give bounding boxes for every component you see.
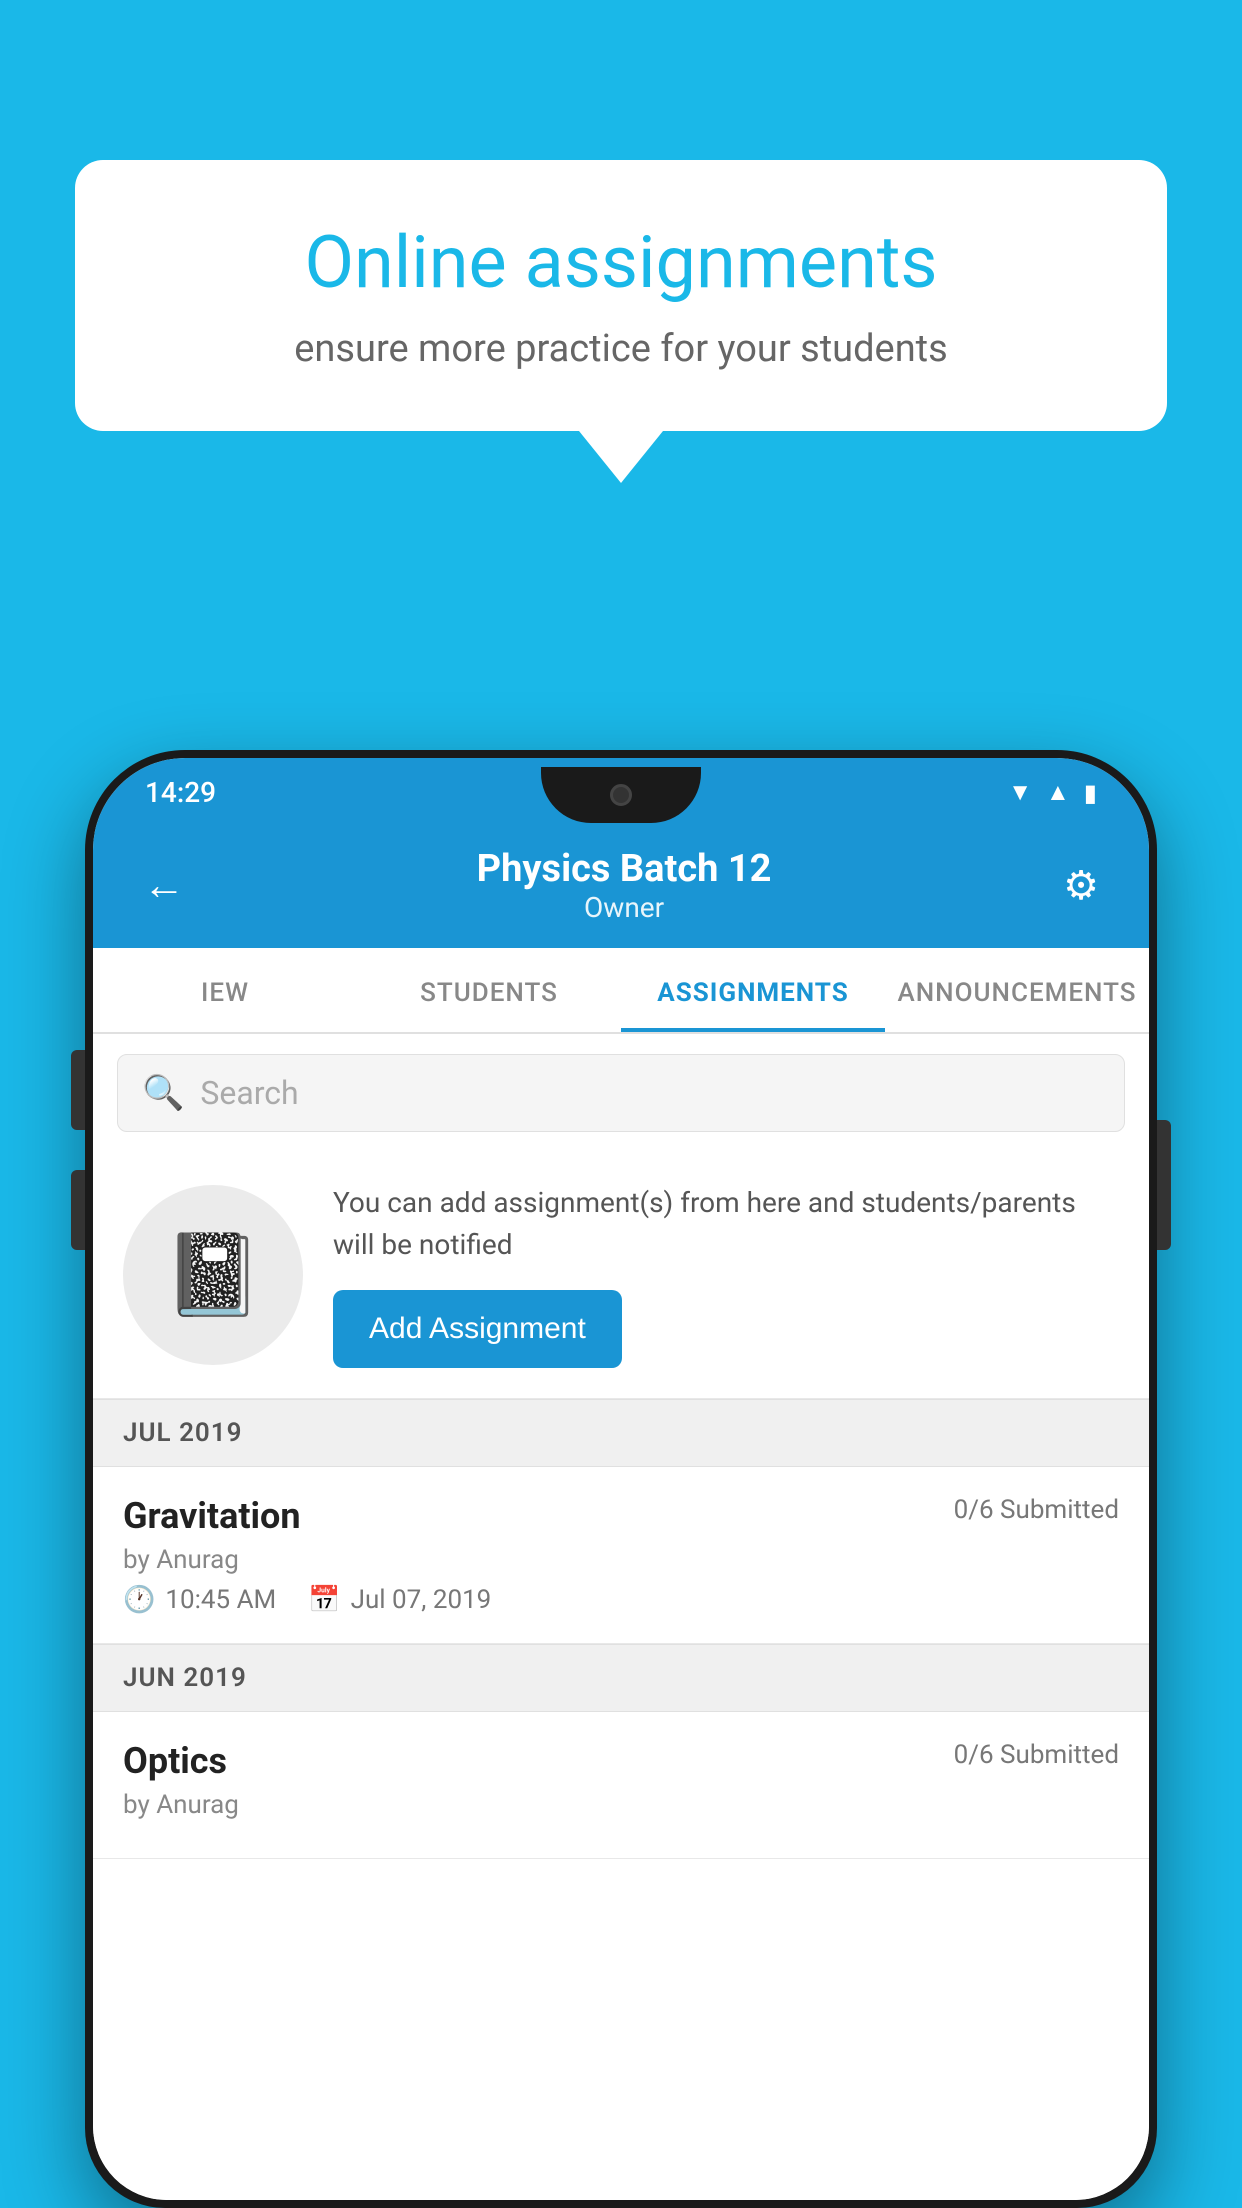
assignment-item-gravitation[interactable]: Gravitation 0/6 Submitted by Anurag 🕐 10… <box>93 1467 1149 1644</box>
volume-button-2 <box>71 1170 85 1250</box>
status-time: 14:29 <box>145 776 216 809</box>
notch <box>541 767 701 823</box>
speech-bubble-wrapper: Online assignments ensure more practice … <box>75 160 1167 483</box>
tab-iew[interactable]: IEW <box>93 948 357 1032</box>
speech-bubble-subtitle: ensure more practice for your students <box>145 327 1097 371</box>
tab-assignments[interactable]: ASSIGNMENTS <box>621 948 885 1032</box>
assignment-author-optics: by Anurag <box>123 1790 1119 1820</box>
date-meta: 📅 Jul 07, 2019 <box>308 1585 491 1615</box>
search-placeholder: Search <box>200 1074 298 1112</box>
power-button <box>1157 1120 1171 1250</box>
app-bar-title-group: Physics Batch 12 Owner <box>185 847 1063 924</box>
promo-right: You can add assignment(s) from here and … <box>333 1182 1119 1368</box>
speech-bubble-arrow <box>579 431 663 483</box>
notebook-icon: 📓 <box>163 1228 263 1322</box>
search-bar[interactable]: 🔍 Search <box>117 1054 1125 1132</box>
tab-students[interactable]: STUDENTS <box>357 948 621 1032</box>
promo-card: 📓 You can add assignment(s) from here an… <box>93 1152 1149 1399</box>
assignment-meta-gravitation: 🕐 10:45 AM 📅 Jul 07, 2019 <box>123 1585 1119 1615</box>
app-bar-title: Physics Batch 12 <box>185 847 1063 891</box>
tab-announcements[interactable]: ANNOUNCEMENTS <box>885 948 1149 1032</box>
time-meta: 🕐 10:45 AM <box>123 1585 276 1615</box>
assignment-date: Jul 07, 2019 <box>351 1585 492 1615</box>
clock-icon: 🕐 <box>123 1585 155 1615</box>
assignment-author-gravitation: by Anurag <box>123 1545 1119 1575</box>
assignment-item-top-optics: Optics 0/6 Submitted <box>123 1740 1119 1782</box>
back-button[interactable]: ← <box>143 861 185 910</box>
app-bar: ← Physics Batch 12 Owner ⚙ <box>93 823 1149 948</box>
section-header-jul: JUL 2019 <box>93 1399 1149 1467</box>
assignment-submitted-gravitation: 0/6 Submitted <box>954 1495 1119 1525</box>
speech-bubble: Online assignments ensure more practice … <box>75 160 1167 431</box>
assignment-time: 10:45 AM <box>165 1585 276 1615</box>
volume-button-1 <box>71 1050 85 1130</box>
content-area: 🔍 Search 📓 You can add assignment(s) fro… <box>93 1034 1149 2200</box>
promo-description: You can add assignment(s) from here and … <box>333 1182 1119 1266</box>
phone-frame: 14:29 ▼ ▲ ▮ ← Physics Batch 12 Owner ⚙ I… <box>85 750 1157 2208</box>
status-icons: ▼ ▲ ▮ <box>1008 778 1097 807</box>
signal-icon: ▲ <box>1046 778 1070 807</box>
battery-icon: ▮ <box>1084 779 1097 807</box>
assignment-item-top: Gravitation 0/6 Submitted <box>123 1495 1119 1537</box>
search-icon: 🔍 <box>142 1073 184 1113</box>
assignment-name-optics: Optics <box>123 1740 227 1782</box>
phone-screen: 14:29 ▼ ▲ ▮ ← Physics Batch 12 Owner ⚙ I… <box>93 758 1149 2200</box>
assignment-name-gravitation: Gravitation <box>123 1495 301 1537</box>
promo-icon-circle: 📓 <box>123 1185 303 1365</box>
assignment-submitted-optics: 0/6 Submitted <box>954 1740 1119 1770</box>
section-header-jun: JUN 2019 <box>93 1644 1149 1712</box>
assignment-item-optics[interactable]: Optics 0/6 Submitted by Anurag <box>93 1712 1149 1859</box>
calendar-icon: 📅 <box>308 1585 340 1615</box>
search-container: 🔍 Search <box>93 1034 1149 1152</box>
speech-bubble-title: Online assignments <box>145 220 1097 305</box>
tabs: IEW STUDENTS ASSIGNMENTS ANNOUNCEMENTS <box>93 948 1149 1034</box>
camera <box>610 784 632 806</box>
app-bar-subtitle: Owner <box>185 891 1063 924</box>
settings-icon[interactable]: ⚙ <box>1063 862 1099 909</box>
wifi-icon: ▼ <box>1008 778 1032 807</box>
add-assignment-button[interactable]: Add Assignment <box>333 1290 622 1368</box>
